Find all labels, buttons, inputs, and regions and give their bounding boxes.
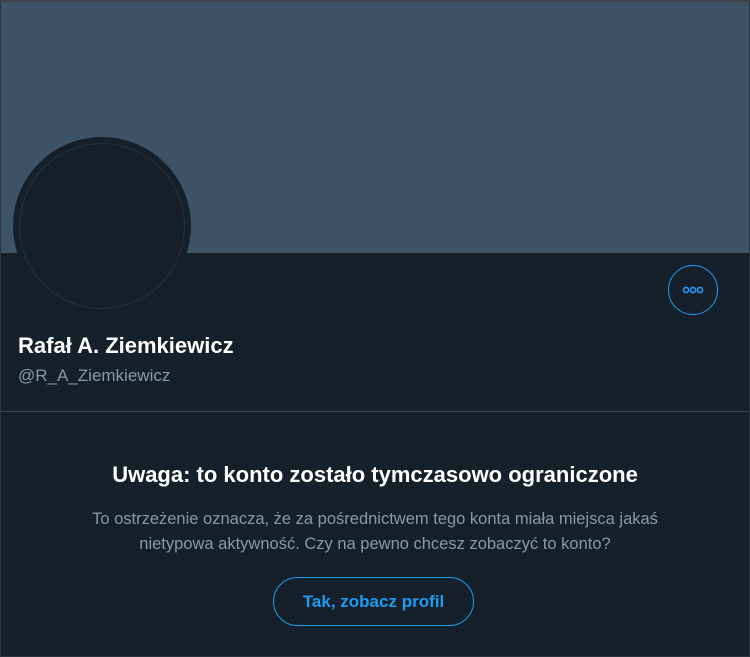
divider (0, 411, 750, 412)
view-profile-button[interactable]: Tak, zobacz profil (273, 577, 474, 626)
more-options-button[interactable] (668, 265, 718, 315)
warning-message-line-2: nietypowa aktywność. Czy na pewno chcesz… (139, 535, 611, 553)
warning-message: To ostrzeżenie oznacza, że za pośrednict… (25, 507, 725, 557)
profile-handle: @R_A_Ziemkiewicz (18, 366, 171, 385)
more-horizontal-icon (682, 286, 704, 294)
avatar[interactable] (19, 143, 185, 309)
warning-message-line-1: To ostrzeżenie oznacza, że za pośrednict… (92, 510, 658, 528)
warning-title: Uwaga: to konto zostało tymczasowo ogran… (112, 462, 638, 487)
profile-name: Rafał A. Ziemkiewicz (18, 333, 234, 358)
